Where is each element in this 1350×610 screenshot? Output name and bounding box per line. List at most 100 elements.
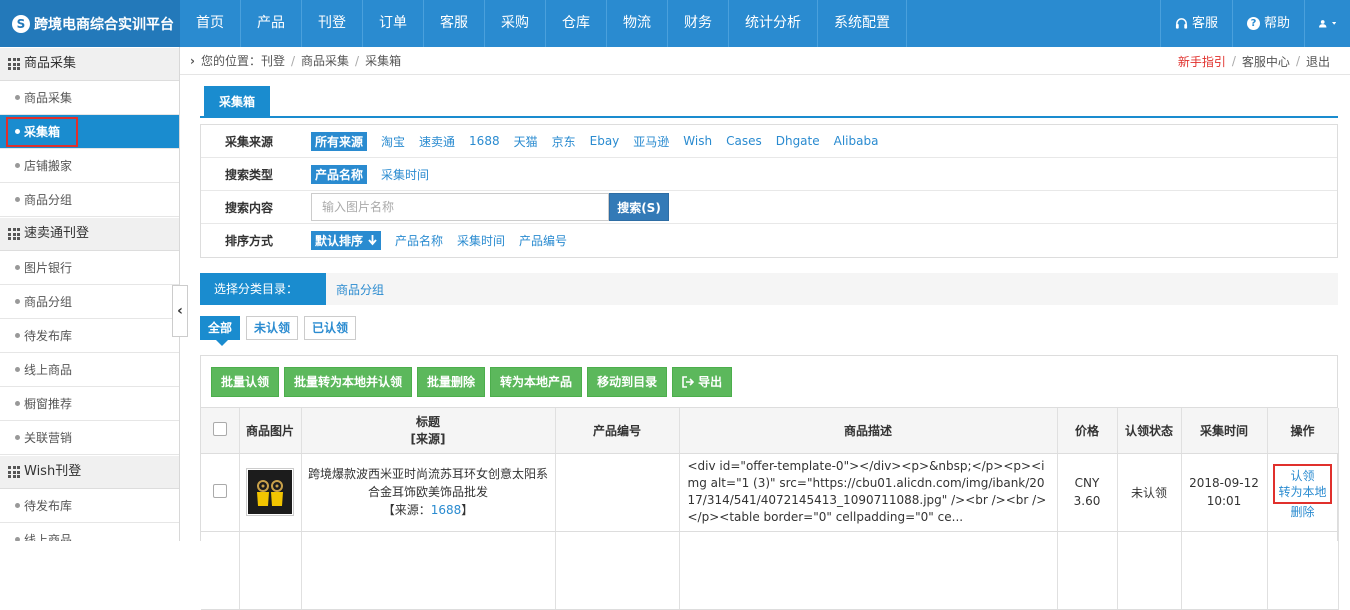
bullet-icon (15, 299, 20, 304)
earring-image-icon (248, 469, 292, 514)
collect-time: 10:01 (1206, 494, 1242, 508)
source-option[interactable]: 速卖通 (419, 133, 455, 150)
nav-orders[interactable]: 订单 (363, 0, 424, 47)
source-option[interactable]: Dhgate (776, 134, 820, 148)
nav-finance[interactable]: 财务 (668, 0, 729, 47)
source-option[interactable]: 淘宝 (381, 133, 405, 150)
sidebar-item-collect-box[interactable]: 采集箱 (0, 115, 179, 149)
top-right-menu: 客服 ? 帮助 (1159, 0, 1350, 47)
sidebar-item-image-bank[interactable]: 图片银行 (0, 251, 179, 285)
status-cell: 未认领 (1117, 453, 1182, 532)
tab-unclaimed[interactable]: 未认领 (246, 316, 299, 340)
tab-claimed[interactable]: 已认领 (304, 316, 357, 340)
export-button[interactable]: 导出 (672, 366, 733, 397)
batch-claim-button[interactable]: 批量认领 (211, 366, 280, 397)
category-link[interactable]: 商品分组 (336, 281, 384, 298)
nav-warehouse[interactable]: 仓库 (546, 0, 607, 47)
source-option[interactable]: 1688 (469, 134, 500, 148)
product-no-cell (555, 531, 680, 610)
bullet-icon (15, 367, 20, 372)
sidebar-item-online[interactable]: 线上商品 (0, 523, 179, 541)
sidebar-item-online[interactable]: 线上商品 (0, 353, 179, 387)
nav-purchase[interactable]: 采购 (485, 0, 546, 47)
tab-collect-box[interactable]: 采集箱 (204, 86, 270, 118)
customer-service-link[interactable]: 客服 (1159, 0, 1232, 47)
claim-link[interactable]: 认领 (1278, 468, 1326, 484)
source-option[interactable]: 京东 (552, 133, 576, 150)
sidebar-group-aliexpress[interactable]: 速卖通刊登 (0, 217, 179, 251)
service-center-link[interactable]: 客服中心 (1242, 53, 1290, 70)
table-header: 商品图片 标题 [来源] 产品编号 商品描述 价格 认领状态 采集时间 操作 (201, 408, 1339, 454)
sidebar-item-pending[interactable]: 待发布库 (0, 489, 179, 523)
product-thumbnail[interactable] (246, 467, 294, 516)
breadcrumb-item[interactable]: 商品采集 (301, 52, 349, 69)
col-price: 价格 (1057, 408, 1118, 454)
time-cell (1181, 531, 1268, 610)
sort-option[interactable]: 产品编号 (519, 232, 567, 249)
highlight-box: 认领 转为本地 (1273, 464, 1332, 504)
breadcrumb: › 您的位置： 刊登 / 商品采集 / 采集箱 新手指引 / 客服中心 / 退出 (180, 47, 1350, 75)
sidebar-item-window[interactable]: 橱窗推荐 (0, 387, 179, 421)
row-checkbox[interactable] (212, 483, 227, 498)
product-title: 跨境爆款波西米亚时尚流苏耳环女创意太阳系合金耳饰欧美饰品批发 (307, 467, 548, 499)
sidebar-item-label: 商品分组 (24, 192, 73, 207)
search-type-option[interactable]: 产品名称 (311, 164, 368, 184)
tab-all[interactable]: 全部 (200, 316, 241, 346)
sidebar-group-label: 速卖通刊登 (24, 226, 90, 241)
sidebar-group-wish[interactable]: Wish刊登 (0, 455, 179, 489)
sort-option-label: 默认排序 (315, 234, 364, 248)
col-description: 商品描述 (679, 408, 1058, 454)
sidebar-item-label: 关联营销 (24, 430, 73, 445)
nav-settings[interactable]: 系统配置 (818, 0, 907, 47)
sidebar-item-label: 商品采集 (24, 90, 73, 105)
app-logo[interactable]: S 跨境电商综合实训平台 (0, 0, 180, 47)
batch-delete-button[interactable]: 批量删除 (417, 366, 486, 397)
sidebar-item-related[interactable]: 关联营销 (0, 421, 179, 455)
logout-link[interactable]: 退出 (1306, 53, 1330, 70)
source-option[interactable]: Wish (683, 134, 712, 148)
source-option[interactable]: Alibaba (834, 134, 879, 148)
sidebar-group-collect[interactable]: 商品采集 (0, 47, 179, 81)
breadcrumb-item[interactable]: 刊登 (261, 52, 285, 69)
search-input[interactable] (311, 193, 609, 221)
tab-bar: 采集箱 (200, 86, 1338, 118)
nav-home[interactable]: 首页 (180, 0, 241, 47)
help-link[interactable]: ? 帮助 (1231, 0, 1304, 47)
source-prefix: 【来源： (382, 503, 431, 517)
category-label: 选择分类目录： (200, 273, 326, 305)
source-suffix: 】 (461, 503, 474, 517)
sort-option[interactable]: 默认排序 (311, 231, 382, 250)
to-local-link[interactable]: 转为本地 (1278, 484, 1326, 500)
source-option[interactable]: 天猫 (514, 133, 538, 150)
to-local-button[interactable]: 转为本地产品 (490, 366, 583, 397)
source-option[interactable]: 所有来源 (311, 131, 368, 151)
sidebar-item-collect[interactable]: 商品采集 (0, 81, 179, 115)
sidebar-item-product-group[interactable]: 商品分组 (0, 285, 179, 319)
source-option[interactable]: Cases (726, 134, 762, 148)
nav-logistics[interactable]: 物流 (607, 0, 668, 47)
sidebar-item-pending[interactable]: 待发布库 (0, 319, 179, 353)
nav-products[interactable]: 产品 (241, 0, 302, 47)
nav-listing[interactable]: 刊登 (302, 0, 363, 47)
sidebar-collapse-button[interactable]: ‹ (172, 285, 188, 337)
beginner-guide-link[interactable]: 新手指引 (1178, 53, 1226, 70)
search-type-option[interactable]: 采集时间 (381, 166, 429, 183)
link-separator: / (1295, 54, 1300, 68)
batch-local-claim-button[interactable]: 批量转为本地并认领 (284, 366, 413, 397)
source-link[interactable]: 1688 (431, 503, 462, 517)
bullet-icon (15, 537, 20, 541)
source-option[interactable]: Ebay (590, 134, 620, 148)
delete-link[interactable]: 删除 (1268, 504, 1338, 520)
move-to-folder-button[interactable]: 移动到目录 (587, 366, 668, 397)
col-status: 认领状态 (1117, 408, 1182, 454)
source-option[interactable]: 亚马逊 (633, 133, 669, 150)
user-menu[interactable] (1304, 0, 1350, 47)
nav-service[interactable]: 客服 (424, 0, 485, 47)
sort-option[interactable]: 产品名称 (395, 232, 443, 249)
sidebar-item-store-move[interactable]: 店铺搬家 (0, 149, 179, 183)
nav-statistics[interactable]: 统计分析 (729, 0, 818, 47)
search-button[interactable]: 搜索(S) (609, 193, 669, 221)
sidebar-item-product-group[interactable]: 商品分组 (0, 183, 179, 217)
select-all-checkbox[interactable] (212, 421, 227, 436)
sort-option[interactable]: 采集时间 (457, 232, 505, 249)
